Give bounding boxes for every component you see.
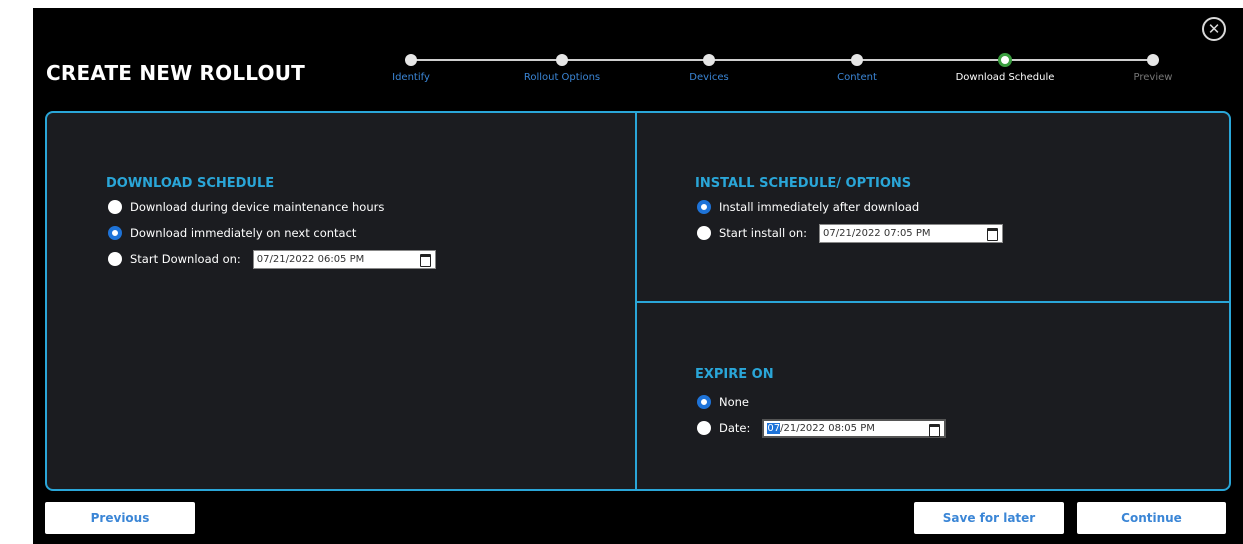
datetime-rest: /21/2022 08:05 PM — [780, 422, 875, 434]
calendar-icon[interactable] — [419, 253, 431, 267]
option-label: Date: — [719, 421, 751, 435]
radio-unchecked-icon[interactable] — [108, 252, 122, 266]
step-dot-active-icon — [998, 53, 1012, 67]
download-immediately-option[interactable]: Download immediately on next contact — [108, 224, 356, 242]
step-dot-icon — [1147, 54, 1159, 66]
datetime-selected-segment: 07 — [767, 422, 781, 434]
radio-unchecked-icon[interactable] — [108, 200, 122, 214]
step-dot-icon — [405, 54, 417, 66]
horizontal-divider — [637, 301, 1229, 303]
step-label: Identify — [392, 72, 430, 83]
datetime-value: 07/21/2022 06:05 PM — [256, 253, 365, 265]
save-for-later-button[interactable]: Save for later — [914, 502, 1064, 534]
option-label: Start Download on: — [130, 252, 241, 266]
start-install-datetime-input[interactable]: 07/21/2022 07:05 PM — [819, 223, 1004, 243]
radio-checked-icon[interactable] — [697, 395, 711, 409]
create-rollout-modal: ✕ CREATE NEW ROLLOUT Identify Rollout Op… — [33, 8, 1243, 544]
expire-date-datetime-input[interactable]: 07/21/2022 08:05 PM — [762, 418, 947, 438]
step-label: Download Schedule — [955, 72, 1055, 83]
download-schedule-title: DOWNLOAD SCHEDULE — [106, 176, 275, 191]
expire-date-option[interactable]: Date: 07/21/2022 08:05 PM — [697, 418, 947, 438]
radio-unchecked-icon[interactable] — [697, 226, 711, 240]
step-dot-icon — [556, 54, 568, 66]
radio-unchecked-icon[interactable] — [697, 421, 711, 435]
step-dot-icon — [851, 54, 863, 66]
download-maintenance-option[interactable]: Download during device maintenance hours — [108, 198, 384, 216]
step-label: Content — [837, 72, 877, 83]
radio-checked-icon[interactable] — [697, 200, 711, 214]
option-label: Install immediately after download — [719, 200, 920, 214]
previous-button[interactable]: Previous — [45, 502, 195, 534]
start-install-option[interactable]: Start install on: 07/21/2022 07:05 PM — [697, 223, 1004, 243]
expire-none-option[interactable]: None — [697, 393, 749, 411]
datetime-value: 07/21/2022 07:05 PM — [823, 227, 931, 239]
datetime-value: 07/21/2022 08:05 PM — [767, 422, 875, 434]
option-label: Download immediately on next contact — [130, 226, 357, 240]
option-label: None — [719, 395, 750, 409]
start-download-datetime-input[interactable]: 07/21/2022 06:05 PM — [252, 249, 436, 269]
expire-on-title: EXPIRE ON — [695, 367, 774, 382]
close-icon[interactable]: ✕ — [1202, 17, 1226, 41]
calendar-icon[interactable] — [987, 227, 999, 241]
install-schedule-title: INSTALL SCHEDULE/ OPTIONS — [695, 176, 912, 191]
continue-button[interactable]: Continue — [1077, 502, 1226, 534]
radio-checked-icon[interactable] — [108, 226, 122, 240]
schedule-panel: DOWNLOAD SCHEDULE Download during device… — [45, 111, 1231, 491]
start-download-option[interactable]: Start Download on: 07/21/2022 06:05 PM — [108, 249, 436, 269]
page-title: CREATE NEW ROLLOUT — [46, 61, 306, 85]
install-immediately-option[interactable]: Install immediately after download — [697, 198, 919, 216]
option-label: Download during device maintenance hours — [130, 200, 385, 214]
step-dot-icon — [703, 54, 715, 66]
calendar-icon[interactable] — [929, 423, 941, 437]
step-label: Preview — [1133, 72, 1173, 83]
option-label: Start install on: — [719, 226, 808, 240]
step-label: Rollout Options — [523, 72, 601, 83]
step-label: Devices — [689, 72, 729, 83]
stepper-track — [411, 59, 1154, 61]
